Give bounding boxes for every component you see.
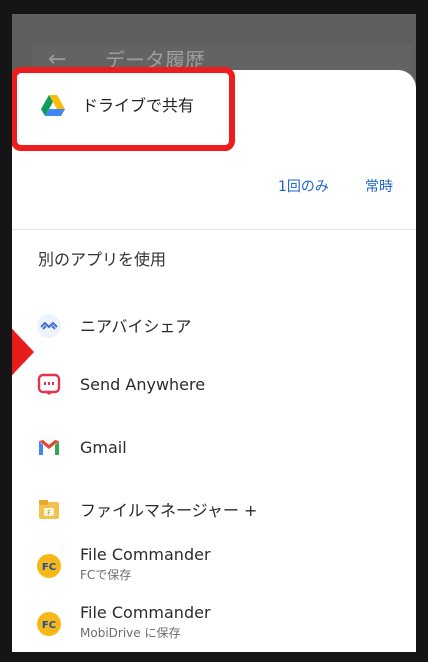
once-button[interactable]: 1回のみ [278, 178, 329, 196]
file-manager-icon: F [39, 500, 59, 519]
send-anywhere-icon [37, 373, 61, 395]
app-name: ニアバイシェア [80, 317, 192, 336]
app-item-nearby-share[interactable]: ニアバイシェア [12, 307, 416, 347]
nearby-share-icon [37, 314, 61, 338]
app-name: File Commander [80, 603, 211, 622]
device-bezel-left [0, 0, 12, 662]
svg-text:FC: FC [42, 562, 56, 573]
app-subtitle: FCで保存 [80, 568, 132, 582]
app-item-file-commander-fc[interactable]: FC File Commander FCで保存 [12, 543, 416, 591]
svg-text:FC: FC [42, 620, 56, 631]
app-name: ファイルマネージャー + [80, 501, 258, 520]
highlight-annotation [11, 67, 235, 151]
device-bezel-top [0, 0, 428, 14]
other-apps-heading: 別のアプリを使用 [38, 250, 167, 269]
app-name: Send Anywhere [80, 375, 206, 394]
file-commander-icon: FC [37, 612, 61, 636]
device-bezel-bottom [0, 652, 428, 662]
app-subtitle: MobiDrive に保存 [80, 626, 181, 640]
app-name: Gmail [80, 438, 127, 457]
phone-screen: ← データ履歴 ドライブで共有 1回のみ 常時 別のアプリを使用 ニアバイシェア… [0, 0, 428, 662]
always-button[interactable]: 常時 [365, 178, 393, 196]
device-bezel-right [416, 0, 428, 662]
divider [12, 229, 416, 230]
app-item-send-anywhere[interactable]: Send Anywhere [12, 369, 416, 409]
gmail-icon [39, 440, 59, 455]
app-item-gmail[interactable]: Gmail [12, 432, 416, 472]
file-commander-icon: FC [37, 554, 61, 578]
svg-text:F: F [47, 510, 51, 517]
app-item-file-manager[interactable]: F ファイルマネージャー + [12, 495, 416, 535]
app-name: File Commander [80, 545, 211, 564]
app-item-file-commander-mobidrive[interactable]: FC File Commander MobiDrive に保存 [12, 601, 416, 649]
